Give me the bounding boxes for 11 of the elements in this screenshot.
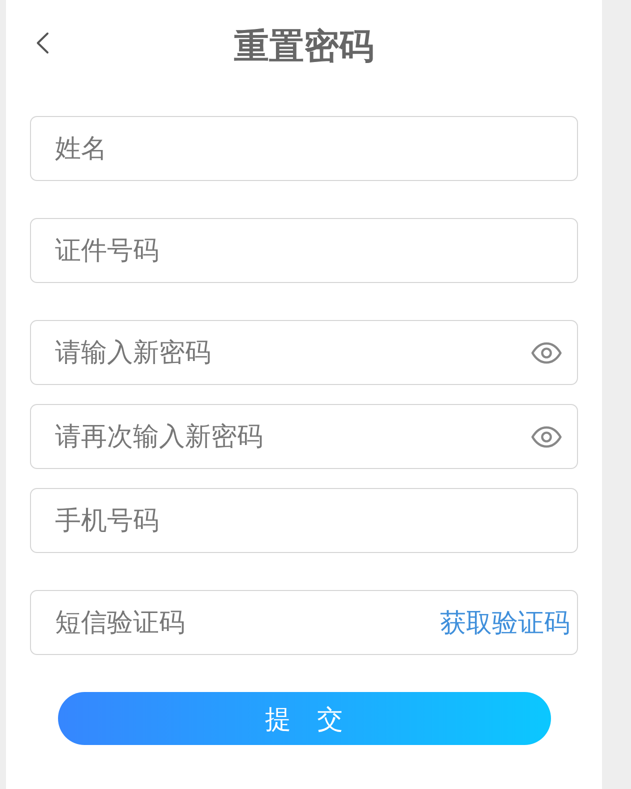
eye-icon[interactable]	[531, 426, 562, 448]
page-title: 重置密码	[234, 26, 374, 68]
password-field[interactable]: 请输入新密码	[30, 320, 578, 385]
password-field[interactable]: 请再次输入新密码	[30, 404, 578, 469]
input-field[interactable]: 姓名	[30, 116, 578, 181]
get-code-link[interactable]: 获取验证码	[440, 606, 570, 638]
input-field[interactable]: 证件号码	[30, 218, 578, 283]
eye-icon[interactable]	[531, 342, 562, 364]
submit-button[interactable]: 提 交	[58, 692, 550, 745]
back-icon[interactable]	[36, 32, 49, 54]
input-field[interactable]: 手机号码	[30, 488, 578, 553]
